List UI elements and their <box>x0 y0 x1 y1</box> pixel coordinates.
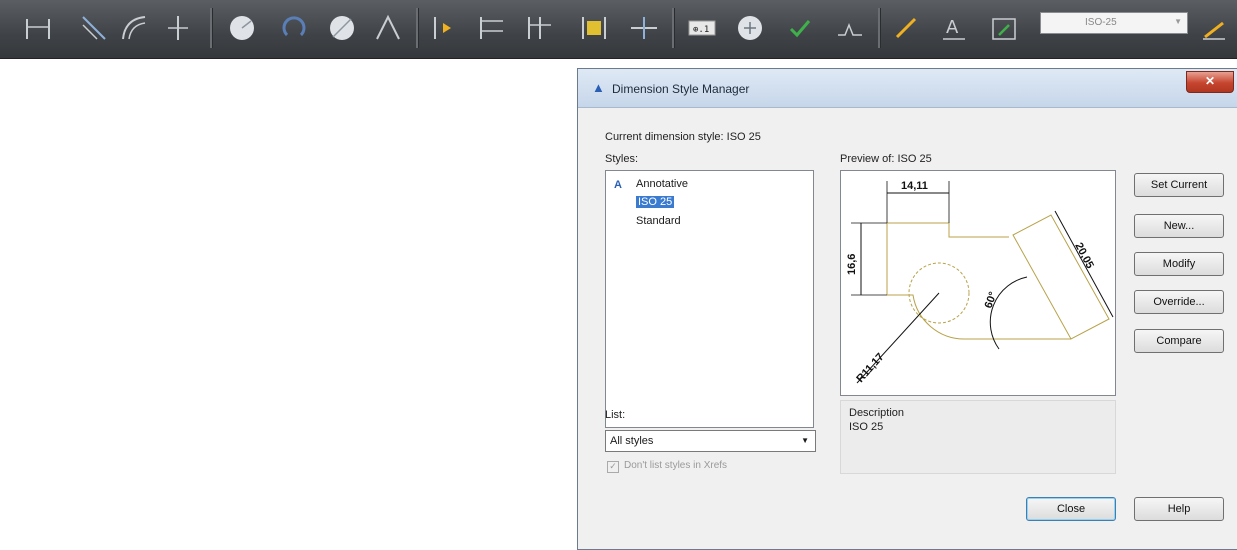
chevron-down-icon: ▼ <box>1174 17 1182 26</box>
radius-icon[interactable] <box>224 10 260 46</box>
inspection-icon[interactable] <box>782 10 818 46</box>
list-filter-select[interactable]: All styles ▼ <box>605 430 816 452</box>
dimension-edit-icon[interactable] <box>888 10 924 46</box>
ordinate-icon[interactable] <box>160 10 196 46</box>
description-box: Description ISO 25 <box>840 400 1116 474</box>
svg-text:⊕.1: ⊕.1 <box>693 25 709 35</box>
baseline-icon[interactable] <box>474 10 510 46</box>
new-button[interactable]: New... <box>1134 214 1224 238</box>
diameter-icon[interactable] <box>324 10 360 46</box>
jogged-icon[interactable] <box>276 10 312 46</box>
current-style-label: Current dimension style: ISO 25 <box>605 131 761 143</box>
styles-label: Styles: <box>605 153 639 165</box>
preview-drawing: 14,11 16,6 20,05 60° R11,17 <box>846 180 1114 385</box>
dimension-style-value: ISO-25 <box>1085 17 1117 28</box>
dim-radius-text: R11,17 <box>854 351 886 385</box>
tolerance-icon[interactable]: ⊕.1 <box>684 10 720 46</box>
style-preview: 14,11 16,6 20,05 60° R11,17 <box>840 170 1116 396</box>
override-button[interactable]: Override... <box>1134 290 1224 314</box>
dialog-title: Dimension Style Manager <box>612 82 750 96</box>
jogged-linear-icon[interactable] <box>832 10 868 46</box>
dont-list-xrefs-checkbox[interactable]: ✓ Don't list styles in Xrefs <box>607 460 727 473</box>
svg-text:A: A <box>946 17 959 38</box>
dimension-style-icon[interactable] <box>1196 10 1232 46</box>
linear-dimension-icon[interactable] <box>20 10 56 46</box>
list-item[interactable]: Annotative <box>636 178 688 190</box>
dimension-space-icon[interactable] <box>576 10 612 46</box>
dimension-style-combo[interactable]: ISO-25 ▼ <box>1040 12 1188 34</box>
arc-length-icon[interactable] <box>116 10 152 46</box>
dim-top-text: 14,11 <box>901 180 928 192</box>
dimension-toolbar: ⊕.1 A ISO-25 ▼ <box>0 0 1237 59</box>
autocad-icon: ▲ <box>592 80 605 95</box>
dimension-break-icon[interactable] <box>626 10 662 46</box>
checkbox-icon: ✓ <box>607 461 619 473</box>
set-current-button[interactable]: Set Current <box>1134 173 1224 197</box>
continue-icon[interactable] <box>522 10 558 46</box>
dimension-text-edit-icon[interactable]: A <box>936 10 972 46</box>
help-button[interactable]: Help <box>1134 497 1224 521</box>
description-value: ISO 25 <box>849 421 884 433</box>
annotative-icon: A <box>614 179 622 191</box>
aligned-dimension-icon[interactable] <box>76 10 112 46</box>
dim-angle-text: 60° <box>983 290 1000 310</box>
dim-right-text: 20,05 <box>1072 241 1096 271</box>
list-label: List: <box>605 409 626 421</box>
close-button[interactable]: Close <box>1026 497 1116 521</box>
list-filter-value: All styles <box>610 435 654 447</box>
compare-button[interactable]: Compare <box>1134 329 1224 353</box>
list-item[interactable]: Standard <box>636 215 681 227</box>
dimension-style-manager-dialog: ▲ Dimension Style Manager ✕ Current dime… <box>577 68 1237 550</box>
dimension-update-icon[interactable] <box>986 10 1022 46</box>
dialog-titlebar[interactable]: ▲ Dimension Style Manager ✕ <box>578 69 1237 108</box>
angular-icon[interactable] <box>370 10 406 46</box>
list-item[interactable]: ISO 25 <box>636 196 675 208</box>
close-icon[interactable]: ✕ <box>1186 71 1234 93</box>
description-label: Description <box>849 407 905 419</box>
chevron-down-icon: ▼ <box>801 436 809 445</box>
modify-button[interactable]: Modify <box>1134 252 1224 276</box>
dont-list-xrefs-label: Don't list styles in Xrefs <box>624 460 728 471</box>
dim-left-text: 16,6 <box>846 254 858 275</box>
styles-list[interactable]: A Annotative ISO 25 Standard <box>605 170 814 428</box>
center-mark-icon[interactable] <box>732 10 768 46</box>
preview-label: Preview of: ISO 25 <box>840 153 932 165</box>
quick-dimension-icon[interactable] <box>428 10 464 46</box>
